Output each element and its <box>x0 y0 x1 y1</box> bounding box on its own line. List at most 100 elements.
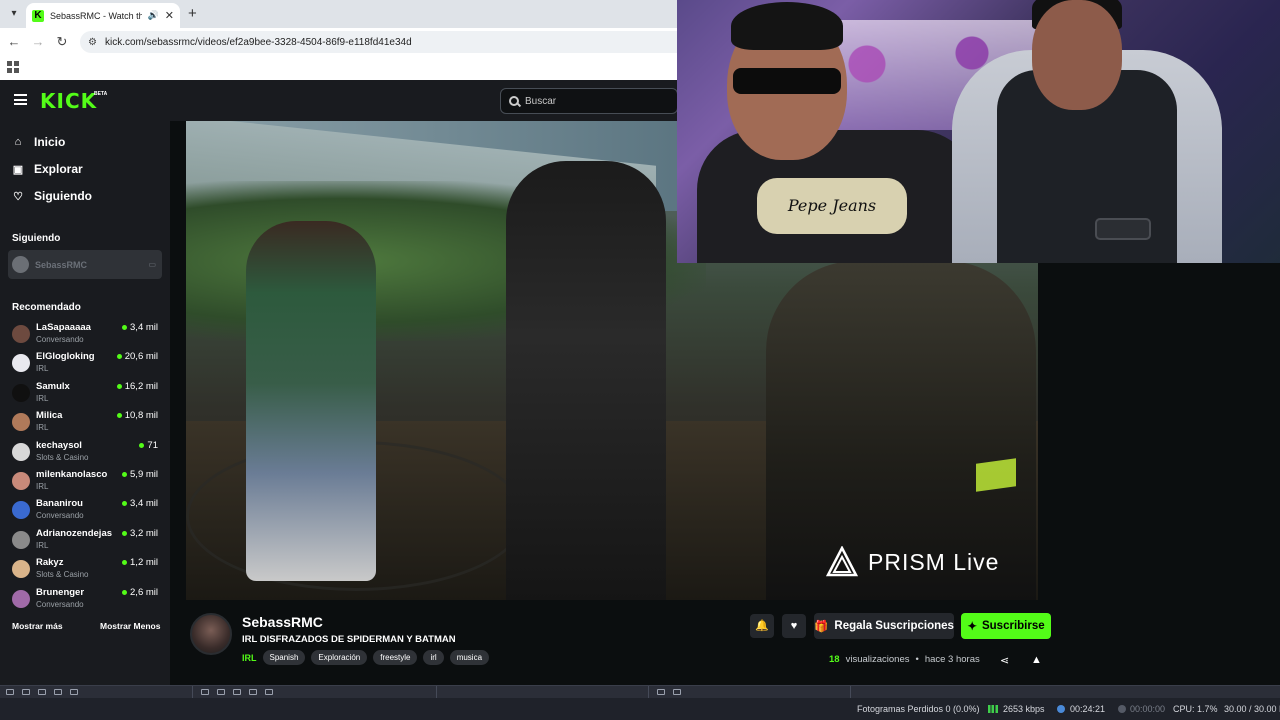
recommended-channel-item[interactable]: Rakyz Slots & Casino 1,2 mil <box>0 555 170 584</box>
tag[interactable]: Spanish <box>262 650 306 665</box>
video-meta: 18 visualizaciones • hace 3 horas <box>829 654 980 665</box>
sidebar-item-siguiendo[interactable]: ♡ Siguiendo <box>12 189 92 203</box>
record-time: 00:00:00 <box>1130 704 1166 714</box>
site-info-icon[interactable]: ⚙ <box>88 37 97 48</box>
add-icon[interactable] <box>6 689 14 695</box>
settings-icon[interactable] <box>673 689 681 695</box>
tag[interactable]: musica <box>449 650 490 665</box>
sidebar-item-explorar[interactable]: ▣ Explorar <box>12 162 83 176</box>
avatar <box>12 383 30 402</box>
tag[interactable]: Exploración <box>311 650 368 665</box>
channel-category: IRL <box>36 393 49 403</box>
avatar <box>12 560 30 579</box>
prism-logo-icon <box>826 546 858 577</box>
bitrate: 2653 kbps <box>1003 704 1045 714</box>
recommended-channel-item[interactable]: Milica IRL 10,8 mil <box>0 408 170 437</box>
down-icon[interactable] <box>70 689 78 695</box>
browser-tab[interactable]: K SebassRMC - Watch the VOD 🔊 ✕ <box>26 3 180 28</box>
recommended-channel-item[interactable]: milenkanolasco IRL 5,9 mil <box>0 467 170 496</box>
notifications-button[interactable]: 🔔 <box>750 614 774 638</box>
remove-icon[interactable] <box>217 689 225 695</box>
category-link[interactable]: IRL <box>242 653 257 663</box>
close-icon[interactable]: ✕ <box>165 9 174 22</box>
hamburger-menu-icon[interactable] <box>14 94 27 105</box>
viewer-count: 1,2 mil <box>122 557 158 568</box>
up-icon[interactable] <box>54 689 62 695</box>
tab-title: SebassRMC - Watch the VOD <box>50 10 142 21</box>
dropped-frames: Fotogramas Perdidos 0 (0.0%) <box>857 704 980 714</box>
live-dot-icon <box>116 413 122 419</box>
stream-info-panel: SebassRMC IRL DISFRAZADOS DE SPIDERMAN Y… <box>186 600 1054 685</box>
sidebar-item-inicio[interactable]: ⌂ Inicio <box>12 135 66 149</box>
forward-icon[interactable]: → <box>30 34 46 49</box>
viewer-count-value: 2,6 mil <box>130 586 158 598</box>
show-more-button[interactable]: Mostrar más <box>12 621 63 631</box>
viewer-count: 2,6 mil <box>122 587 158 598</box>
following-section-title: Siguiendo <box>12 233 61 244</box>
settings-icon[interactable] <box>233 689 241 695</box>
subscribe-button[interactable]: ✦ Suscribirse <box>961 613 1051 639</box>
sidebar-item-label: Inicio <box>34 135 66 149</box>
new-tab-icon[interactable]: + <box>188 5 197 22</box>
kick-logo[interactable]: KICK <box>40 89 97 113</box>
viewer-count: 5,9 mil <box>122 469 158 480</box>
following-channel-item[interactable]: SebassRMC ▭ <box>8 250 162 279</box>
tag[interactable]: freestyle <box>373 650 418 665</box>
webcam-head-right <box>1032 0 1122 110</box>
report-icon[interactable]: ▲ <box>1031 654 1042 666</box>
video-scene-costumed-person <box>506 161 666 600</box>
reload-icon[interactable]: ↻ <box>54 34 70 50</box>
recommended-channel-item[interactable]: Bananirou Conversando 3,4 mil <box>0 496 170 525</box>
add-icon[interactable] <box>657 689 665 695</box>
viewer-count-value: 5,9 mil <box>130 468 158 480</box>
live-dot-icon <box>116 383 122 389</box>
heart-icon: ♥ <box>790 620 798 632</box>
channel-category: IRL <box>36 364 49 374</box>
show-less-button[interactable]: Mostrar Menos <box>100 621 160 631</box>
follow-button[interactable]: ♥ <box>782 614 806 638</box>
offline-icon: ▭ <box>148 260 156 269</box>
recommended-channel-item[interactable]: Brunenger Conversando 2,6 mil <box>0 585 170 614</box>
recommended-channel-item[interactable]: Samulx IRL 16,2 mil <box>0 379 170 408</box>
avatar <box>12 256 29 273</box>
webcam-person-right <box>947 0 1247 263</box>
add-icon[interactable] <box>201 689 209 695</box>
viewer-count: 20,6 mil <box>116 351 158 363</box>
avatar <box>12 501 30 520</box>
gift-subs-label: Regala Suscripciones <box>834 620 954 632</box>
search-input[interactable]: Buscar <box>500 88 678 114</box>
webcam-hair-left <box>731 2 843 50</box>
gift-subs-button[interactable]: 🎁 Regala Suscripciones <box>814 613 954 639</box>
tag[interactable]: irl <box>423 650 444 665</box>
url-text: kick.com/sebassrmc/videos/ef2a9bee-3328-… <box>104 36 412 48</box>
avatar <box>12 530 30 549</box>
apps-grid-icon[interactable] <box>7 61 19 73</box>
back-icon[interactable]: ← <box>6 34 22 49</box>
channel-category: Slots & Casino <box>36 570 89 580</box>
recommended-list: LaSapaaaaa Conversando 3,4 mil ElGlogloking… <box>0 320 170 614</box>
down-icon[interactable] <box>265 689 273 695</box>
search-placeholder: Buscar <box>525 95 557 107</box>
up-icon[interactable] <box>249 689 257 695</box>
recommended-channel-item[interactable]: ElGlogloking IRL 20,6 mil <box>0 349 170 378</box>
avatar <box>12 442 30 461</box>
tag-list: IRL Spanish Exploración freestyle irl mu… <box>242 650 490 665</box>
channel-name: milenkanolasco <box>36 468 108 480</box>
speaker-icon[interactable]: 🔊 <box>148 10 159 21</box>
fps: 30.00 / 30.00 FPS <box>1224 704 1280 714</box>
recommended-channel-item[interactable]: LaSapaaaaa Conversando 3,4 mil <box>0 320 170 349</box>
phone-icon <box>1095 218 1151 240</box>
viewer-count: 3,4 mil <box>122 322 158 333</box>
search-icon <box>509 96 519 106</box>
recommended-channel-item[interactable]: kechaysol Slots & Casino 71 <box>0 438 170 467</box>
recommended-channel-item[interactable]: Adrianozendejas IRL 3,2 mil <box>0 526 170 555</box>
live-dot-icon <box>122 530 128 536</box>
share-icon[interactable]: ⋖ <box>1000 654 1009 667</box>
viewer-count-value: 20,6 mil <box>124 351 158 363</box>
filter-icon[interactable] <box>38 689 46 695</box>
channel-category: Conversando <box>36 599 84 609</box>
avatar[interactable] <box>190 613 232 655</box>
streamer-name[interactable]: SebassRMC <box>242 614 323 630</box>
remove-icon[interactable] <box>22 689 30 695</box>
tab-search-dropdown-icon[interactable]: ▾ <box>6 6 22 22</box>
